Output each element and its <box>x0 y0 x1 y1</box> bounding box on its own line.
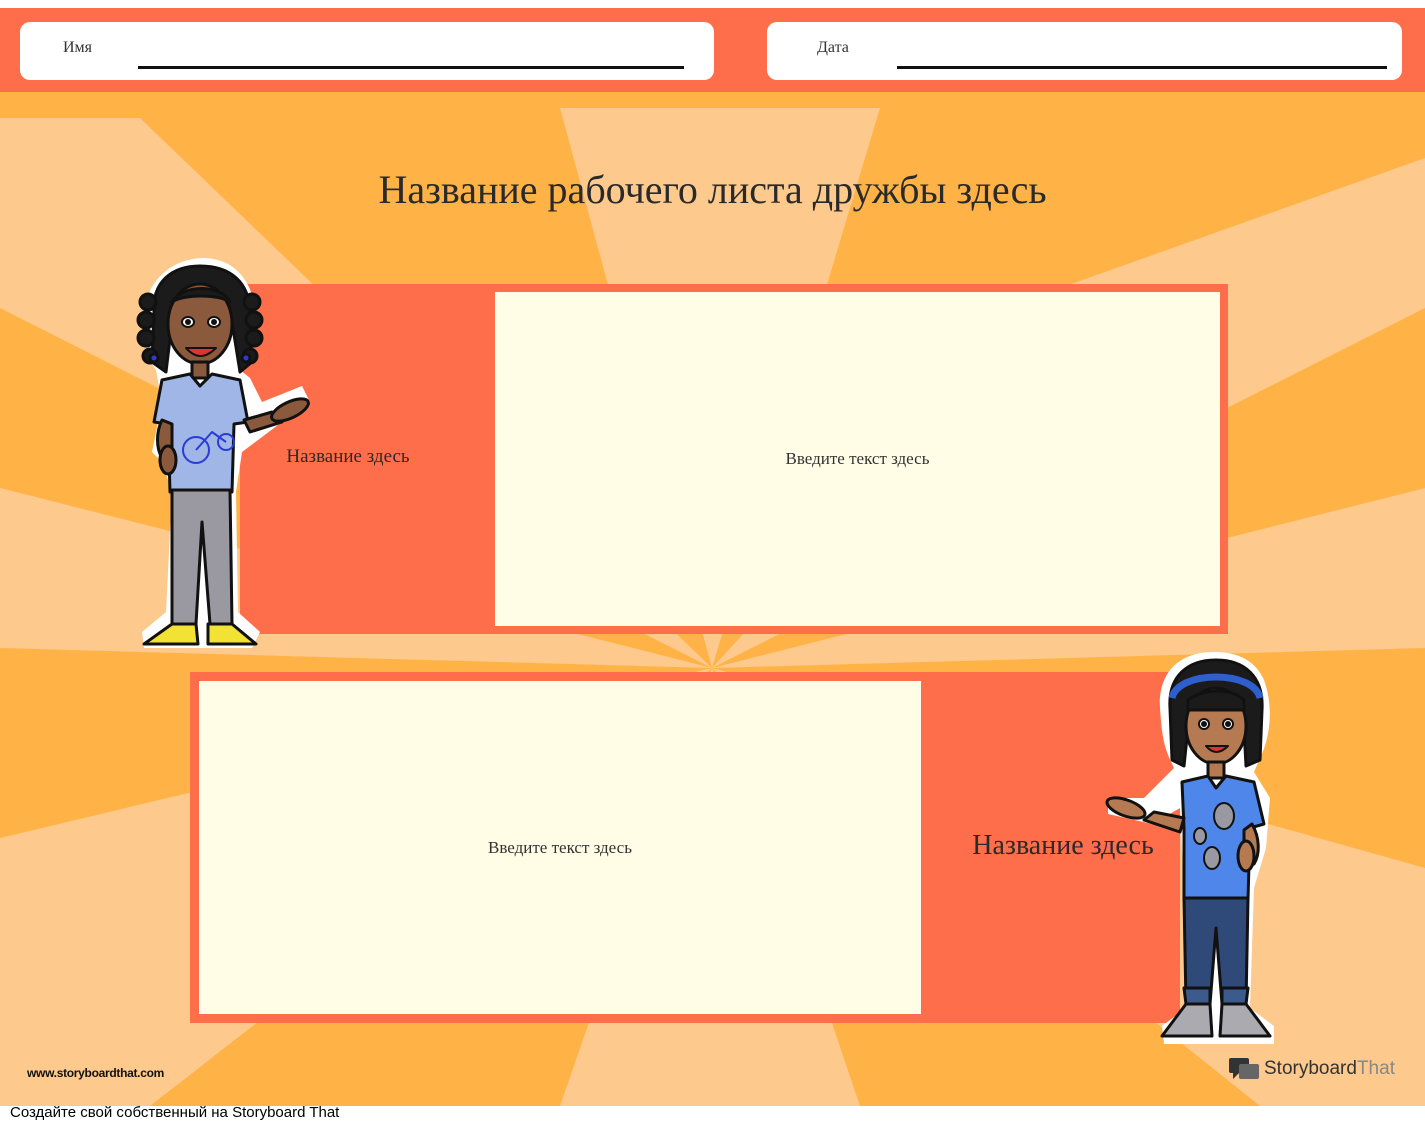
storyboardthat-logo-icon <box>1229 1058 1259 1079</box>
worksheet-page: Имя Дата Название рабочего листа дружбы … <box>0 8 1425 1106</box>
girl-with-braids-character <box>136 258 310 648</box>
date-field[interactable] <box>767 22 1402 80</box>
row2-text-box[interactable]: Введите текст здесь <box>199 681 921 1014</box>
name-label: Имя <box>63 39 93 56</box>
date-line[interactable] <box>897 66 1387 69</box>
name-line[interactable] <box>138 66 684 69</box>
footer-cta[interactable]: Создайте свой собственный на Storyboard … <box>10 1104 339 1121</box>
girl-with-headband-character <box>1105 652 1274 1044</box>
logo-word-storyboard: Storyboard <box>1264 1058 1357 1079</box>
date-label: Дата <box>817 39 849 56</box>
row1-text-box[interactable]: Введите текст здесь <box>495 292 1220 626</box>
row2-text: Введите текст здесь <box>488 837 632 857</box>
row1-text: Введите текст здесь <box>785 449 930 468</box>
logo-text: StoryboardThat <box>1264 1058 1395 1080</box>
storyboardthat-logo[interactable]: StoryboardThat <box>1228 1056 1395 1082</box>
page-title[interactable]: Название рабочего листа дружбы здесь <box>0 166 1425 213</box>
site-url[interactable]: www.storyboardthat.com <box>27 1066 164 1080</box>
logo-word-that: That <box>1356 1058 1395 1079</box>
name-field[interactable] <box>20 22 714 80</box>
